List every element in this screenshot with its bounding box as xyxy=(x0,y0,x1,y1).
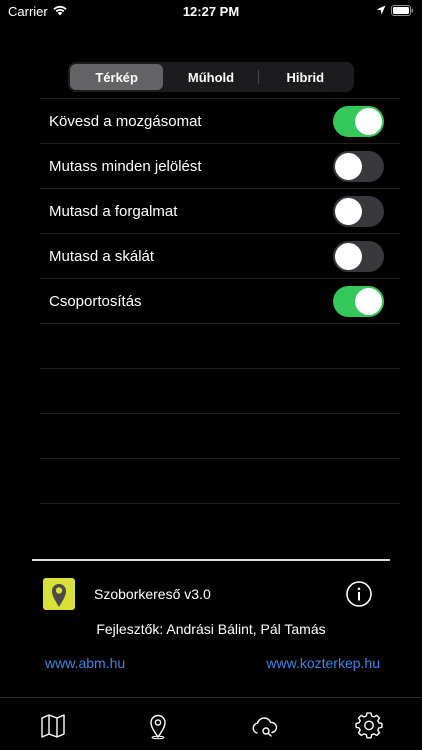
app-name: Szoborkereső v3.0 xyxy=(94,586,211,602)
show-traffic-switch[interactable] xyxy=(333,195,384,227)
setting-row-show-traffic: Mutasd a forgalmat xyxy=(40,188,400,233)
setting-row-clustering: Csoportosítás xyxy=(40,278,400,323)
empty-row xyxy=(40,368,400,413)
switch-knob xyxy=(335,152,362,180)
segment-hibrid[interactable]: Hibrid xyxy=(259,64,352,90)
info-icon[interactable] xyxy=(346,581,372,607)
tab-map[interactable] xyxy=(0,698,106,750)
segment-label: Hibrid xyxy=(286,69,325,85)
segment-label: Térkép xyxy=(95,69,138,85)
setting-label: Kövesd a mozgásomat xyxy=(49,112,202,130)
status-time: 12:27 PM xyxy=(182,4,240,19)
tab-location[interactable] xyxy=(106,698,212,750)
tab-search[interactable] xyxy=(211,698,317,750)
setting-row-follow-me: Kövesd a mozgásomat xyxy=(40,98,400,143)
empty-row xyxy=(40,323,400,368)
segment-terkep[interactable]: Térkép xyxy=(70,64,164,90)
tab-bar xyxy=(0,697,422,750)
footer-divider xyxy=(32,559,390,561)
switch-knob xyxy=(355,107,382,135)
setting-row-show-all-markers: Mutass minden jelölést xyxy=(40,143,400,188)
map-pin-logo-icon xyxy=(52,584,66,607)
setting-label: Csoportosítás xyxy=(49,292,142,310)
segment-label: Műhold xyxy=(187,69,235,85)
empty-row xyxy=(40,413,400,458)
setting-label: Mutass minden jelölést xyxy=(49,157,202,175)
switch-knob xyxy=(335,242,362,270)
tab-settings[interactable] xyxy=(317,698,422,750)
kozterkep-link[interactable]: www.kozterkep.hu xyxy=(266,655,380,671)
location-arrow-icon xyxy=(376,5,386,15)
app-logo xyxy=(43,578,75,610)
follow-me-switch[interactable] xyxy=(333,105,384,137)
empty-row xyxy=(40,458,400,503)
show-all-markers-switch[interactable] xyxy=(333,150,384,182)
map-type-segmented-control: Térkép Műhold Hibrid xyxy=(68,62,354,92)
empty-row xyxy=(40,503,400,548)
settings-list: Kövesd a mozgásomat Mutass minden jelölé… xyxy=(40,98,400,548)
segment-muhold[interactable]: Műhold xyxy=(164,64,257,90)
map-icon xyxy=(41,714,65,738)
location-pin-icon xyxy=(150,714,166,740)
switch-knob xyxy=(355,287,382,315)
show-scale-switch[interactable] xyxy=(333,240,384,272)
switch-knob xyxy=(335,197,362,225)
abm-link[interactable]: www.abm.hu xyxy=(45,655,125,671)
battery-icon xyxy=(391,5,414,16)
status-bar: Carrier 12:27 PM xyxy=(0,0,422,24)
setting-row-show-scale: Mutasd a skálát xyxy=(40,233,400,278)
gear-icon xyxy=(355,712,383,739)
cloud-search-icon xyxy=(252,717,277,737)
developers-credit: Fejlesztők: Andrási Bálint, Pál Tamás xyxy=(96,621,326,637)
setting-label: Mutasd a skálát xyxy=(49,247,155,265)
clustering-switch[interactable] xyxy=(333,285,384,317)
setting-label: Mutasd a forgalmat xyxy=(49,202,178,220)
